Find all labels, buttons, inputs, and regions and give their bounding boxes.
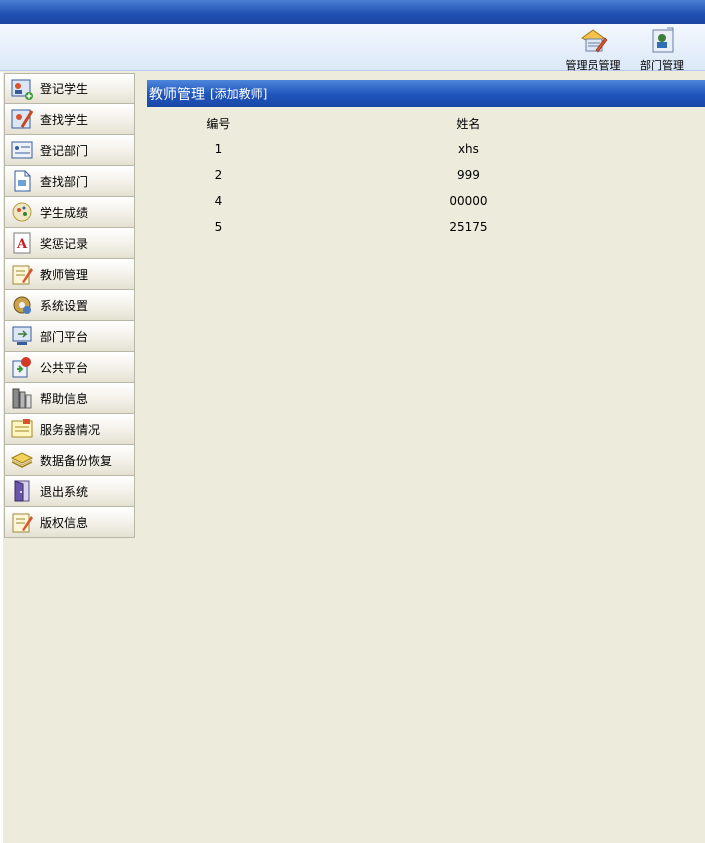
cell-name: xhs xyxy=(457,142,479,156)
admin-manage-button[interactable]: 管理员管理 xyxy=(559,24,627,73)
find-student-icon xyxy=(11,109,34,129)
help-info-icon xyxy=(12,388,32,409)
table-row: 4 00000 xyxy=(147,188,647,214)
left-edge xyxy=(0,72,3,843)
menu-item-find-dept[interactable]: 查找部门 xyxy=(4,166,134,197)
system-settings-icon xyxy=(13,296,31,314)
menu-item-copyright[interactable]: 版权信息 xyxy=(4,507,134,538)
exit-icon xyxy=(14,480,30,502)
cell-name: 00000 xyxy=(449,194,488,208)
copyright-icon xyxy=(12,513,33,533)
menu-item-student-score[interactable]: 学生成绩 xyxy=(4,197,134,228)
menu-item-help-info[interactable]: 帮助信息 xyxy=(4,383,134,414)
backup-restore-icon xyxy=(10,452,34,468)
menu-item-public-platform[interactable]: 公共平台 xyxy=(4,352,134,383)
cell-name: 25175 xyxy=(449,220,488,234)
page-title: 教师管理 xyxy=(149,86,205,103)
server-status-icon xyxy=(11,419,33,438)
cell-id: 5 xyxy=(214,220,223,234)
find-dept-icon xyxy=(14,170,31,192)
register-student-icon xyxy=(11,79,33,100)
menu-item-exit[interactable]: 退出系统 xyxy=(4,476,134,507)
table-row: 5 25175 xyxy=(147,214,647,240)
register-dept-icon xyxy=(11,141,33,159)
dept-manage-icon xyxy=(652,27,674,53)
menu-item-teacher-manage[interactable]: 教师管理 xyxy=(4,259,134,290)
cell-id: 1 xyxy=(214,142,223,156)
toolbar: 管理员管理 部门管理 xyxy=(0,24,705,73)
table-row: 1 xhs xyxy=(147,136,647,162)
content-header: 教师管理 [添加教师] xyxy=(147,80,705,107)
table-row: 2 999 xyxy=(147,162,647,188)
table-header-row: 编号 姓名 xyxy=(147,110,647,136)
column-header-id: 编号 xyxy=(206,116,231,131)
dept-platform-icon xyxy=(12,326,32,345)
menu-item-backup-restore[interactable]: 数据备份恢复 xyxy=(4,445,134,476)
add-teacher-link[interactable]: [添加教师] xyxy=(210,85,267,102)
menu-item-register-dept[interactable]: 登记部门 xyxy=(4,135,134,166)
sidebar-menu: 登记学生 查找学生 登记部门 查找部门 学生成绩 A 奖惩记录 教师管理 系统设… xyxy=(4,73,135,538)
menu-item-server-status[interactable]: 服务器情况 xyxy=(4,414,134,445)
cell-name: 999 xyxy=(456,168,480,182)
teacher-table: 编号 姓名 1 xhs 2 999 4 00000 5 25175 xyxy=(147,110,647,240)
admin-manage-label: 管理员管理 xyxy=(565,59,621,72)
reward-record-icon: A xyxy=(13,232,31,254)
top-banner xyxy=(0,0,705,24)
cell-id: 4 xyxy=(214,194,223,208)
menu-item-dept-platform[interactable]: 部门平台 xyxy=(4,321,134,352)
menu-item-reward-record[interactable]: A 奖惩记录 xyxy=(4,228,134,259)
menu-item-register-student[interactable]: 登记学生 xyxy=(4,73,134,104)
column-header-name: 姓名 xyxy=(456,116,481,131)
cell-id: 2 xyxy=(214,168,223,182)
menu-item-system-settings[interactable]: 系统设置 xyxy=(4,290,134,321)
menu-item-find-student[interactable]: 查找学生 xyxy=(4,104,134,135)
svg-text:A: A xyxy=(16,237,28,252)
admin-manage-icon xyxy=(581,29,608,53)
teacher-manage-icon xyxy=(12,265,33,285)
dept-manage-button[interactable]: 部门管理 xyxy=(632,24,692,73)
student-score-icon xyxy=(12,202,32,222)
public-platform-icon xyxy=(12,357,31,378)
dept-manage-label: 部门管理 xyxy=(640,59,684,72)
